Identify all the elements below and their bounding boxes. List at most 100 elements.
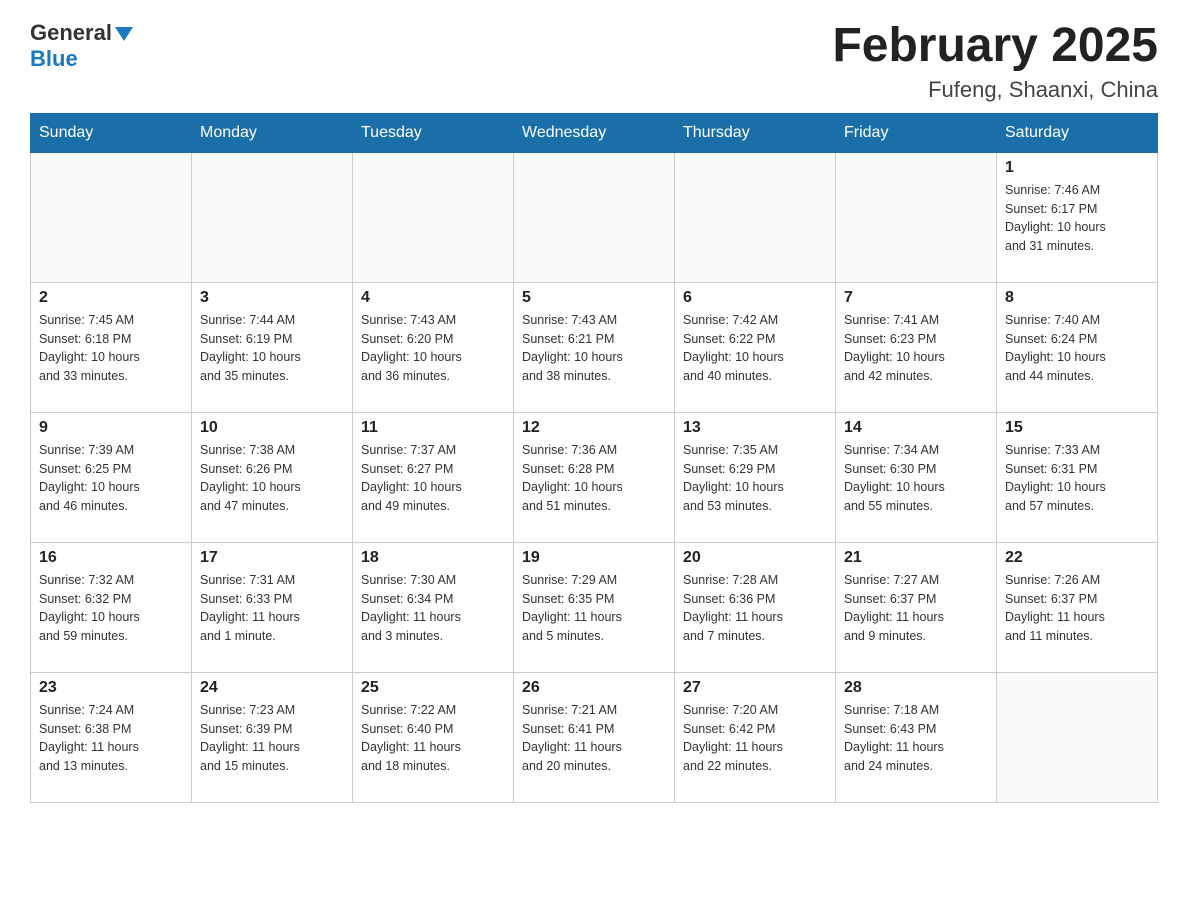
calendar-cell: 8 Sunrise: 7:40 AMSunset: 6:24 PMDaylight…	[997, 282, 1158, 412]
weekday-header-friday: Friday	[836, 113, 997, 152]
day-info: Sunrise: 7:28 AMSunset: 6:36 PMDaylight:…	[683, 571, 827, 646]
calendar-cell: 13 Sunrise: 7:35 AMSunset: 6:29 PMDayligh…	[675, 412, 836, 542]
day-number: 12	[522, 419, 666, 437]
calendar-cell: 9Sunrise: 7:39 AMSunset: 6:25 PMDaylight…	[31, 412, 192, 542]
day-info: Sunrise: 7:18 AMSunset: 6:43 PMDaylight:…	[844, 701, 988, 776]
day-number: 20	[683, 549, 827, 567]
calendar-week-row: 9Sunrise: 7:39 AMSunset: 6:25 PMDaylight…	[31, 412, 1158, 542]
day-number: 19	[522, 549, 666, 567]
calendar-cell	[514, 152, 675, 282]
calendar-cell: 10 Sunrise: 7:38 AMSunset: 6:26 PMDayligh…	[192, 412, 353, 542]
day-info: Sunrise: 7:32 AMSunset: 6:32 PMDaylight:…	[39, 571, 183, 646]
day-info: Sunrise: 7:26 AMSunset: 6:37 PMDaylight:…	[1005, 571, 1149, 646]
weekday-header-wednesday: Wednesday	[514, 113, 675, 152]
calendar-week-row: 23 Sunrise: 7:24 AMSunset: 6:38 PMDayligh…	[31, 672, 1158, 802]
day-number: 22	[1005, 549, 1149, 567]
title-section: February 2025 Fufeng, Shaanxi, China	[832, 20, 1158, 103]
calendar-cell: 11 Sunrise: 7:37 AMSunset: 6:27 PMDayligh…	[353, 412, 514, 542]
day-info: Sunrise: 7:34 AMSunset: 6:30 PMDaylight:…	[844, 441, 988, 516]
day-info: Sunrise: 7:46 AMSunset: 6:17 PMDaylight:…	[1005, 181, 1149, 256]
calendar-cell: 1Sunrise: 7:46 AMSunset: 6:17 PMDaylight…	[997, 152, 1158, 282]
day-number: 18	[361, 549, 505, 567]
day-number: 14	[844, 419, 988, 437]
calendar-cell	[675, 152, 836, 282]
logo: General Blue	[30, 20, 133, 72]
calendar-cell: 25Sunrise: 7:22 AMSunset: 6:40 PMDayligh…	[353, 672, 514, 802]
day-number: 6	[683, 289, 827, 307]
calendar-cell: 17 Sunrise: 7:31 AMSunset: 6:33 PMDayligh…	[192, 542, 353, 672]
weekday-header-saturday: Saturday	[997, 113, 1158, 152]
weekday-header-monday: Monday	[192, 113, 353, 152]
calendar-cell: 4 Sunrise: 7:43 AMSunset: 6:20 PMDaylight…	[353, 282, 514, 412]
day-info: Sunrise: 7:38 AMSunset: 6:26 PMDaylight:…	[200, 441, 344, 516]
day-info: Sunrise: 7:21 AMSunset: 6:41 PMDaylight:…	[522, 701, 666, 776]
calendar-cell: 5 Sunrise: 7:43 AMSunset: 6:21 PMDaylight…	[514, 282, 675, 412]
day-number: 8	[1005, 289, 1149, 307]
day-number: 26	[522, 679, 666, 697]
month-title: February 2025	[832, 20, 1158, 73]
day-info: Sunrise: 7:43 AMSunset: 6:21 PMDaylight:…	[522, 311, 666, 386]
calendar-cell: 2 Sunrise: 7:45 AMSunset: 6:18 PMDaylight…	[31, 282, 192, 412]
day-number: 15	[1005, 419, 1149, 437]
calendar-header-row: SundayMondayTuesdayWednesdayThursdayFrid…	[31, 113, 1158, 152]
day-info: Sunrise: 7:24 AMSunset: 6:38 PMDaylight:…	[39, 701, 183, 776]
calendar-cell: 6 Sunrise: 7:42 AMSunset: 6:22 PMDaylight…	[675, 282, 836, 412]
page-header: General Blue February 2025 Fufeng, Shaan…	[30, 20, 1158, 103]
day-number: 17	[200, 549, 344, 567]
day-info: Sunrise: 7:23 AMSunset: 6:39 PMDaylight:…	[200, 701, 344, 776]
location-title: Fufeng, Shaanxi, China	[832, 77, 1158, 103]
day-number: 24	[200, 679, 344, 697]
calendar-cell: 23 Sunrise: 7:24 AMSunset: 6:38 PMDayligh…	[31, 672, 192, 802]
calendar-week-row: 16Sunrise: 7:32 AMSunset: 6:32 PMDayligh…	[31, 542, 1158, 672]
day-info: Sunrise: 7:31 AMSunset: 6:33 PMDaylight:…	[200, 571, 344, 646]
calendar-cell: 16Sunrise: 7:32 AMSunset: 6:32 PMDayligh…	[31, 542, 192, 672]
calendar-week-row: 2 Sunrise: 7:45 AMSunset: 6:18 PMDaylight…	[31, 282, 1158, 412]
calendar-cell	[997, 672, 1158, 802]
calendar-cell	[353, 152, 514, 282]
day-info: Sunrise: 7:30 AMSunset: 6:34 PMDaylight:…	[361, 571, 505, 646]
day-number: 27	[683, 679, 827, 697]
day-number: 13	[683, 419, 827, 437]
calendar-cell: 19Sunrise: 7:29 AMSunset: 6:35 PMDayligh…	[514, 542, 675, 672]
calendar-cell: 15 Sunrise: 7:33 AMSunset: 6:31 PMDayligh…	[997, 412, 1158, 542]
calendar-cell: 24 Sunrise: 7:23 AMSunset: 6:39 PMDayligh…	[192, 672, 353, 802]
logo-arrow-icon	[115, 27, 133, 41]
weekday-header-thursday: Thursday	[675, 113, 836, 152]
day-number: 5	[522, 289, 666, 307]
day-info: Sunrise: 7:33 AMSunset: 6:31 PMDaylight:…	[1005, 441, 1149, 516]
day-info: Sunrise: 7:42 AMSunset: 6:22 PMDaylight:…	[683, 311, 827, 386]
logo-general-text: General	[30, 20, 112, 46]
calendar-cell: 20 Sunrise: 7:28 AMSunset: 6:36 PMDayligh…	[675, 542, 836, 672]
day-info: Sunrise: 7:40 AMSunset: 6:24 PMDaylight:…	[1005, 311, 1149, 386]
day-number: 2	[39, 289, 183, 307]
day-info: Sunrise: 7:20 AMSunset: 6:42 PMDaylight:…	[683, 701, 827, 776]
calendar-cell	[31, 152, 192, 282]
day-info: Sunrise: 7:41 AMSunset: 6:23 PMDaylight:…	[844, 311, 988, 386]
day-info: Sunrise: 7:35 AMSunset: 6:29 PMDaylight:…	[683, 441, 827, 516]
day-number: 25	[361, 679, 505, 697]
day-number: 23	[39, 679, 183, 697]
day-number: 10	[200, 419, 344, 437]
weekday-header-sunday: Sunday	[31, 113, 192, 152]
weekday-header-tuesday: Tuesday	[353, 113, 514, 152]
calendar-cell: 21 Sunrise: 7:27 AMSunset: 6:37 PMDayligh…	[836, 542, 997, 672]
day-number: 21	[844, 549, 988, 567]
calendar-cell: 12Sunrise: 7:36 AMSunset: 6:28 PMDayligh…	[514, 412, 675, 542]
day-number: 11	[361, 419, 505, 437]
calendar-cell: 28Sunrise: 7:18 AMSunset: 6:43 PMDayligh…	[836, 672, 997, 802]
calendar-cell: 18 Sunrise: 7:30 AMSunset: 6:34 PMDayligh…	[353, 542, 514, 672]
calendar-cell: 22 Sunrise: 7:26 AMSunset: 6:37 PMDayligh…	[997, 542, 1158, 672]
day-number: 3	[200, 289, 344, 307]
calendar-cell	[192, 152, 353, 282]
day-info: Sunrise: 7:45 AMSunset: 6:18 PMDaylight:…	[39, 311, 183, 386]
day-info: Sunrise: 7:43 AMSunset: 6:20 PMDaylight:…	[361, 311, 505, 386]
day-number: 9	[39, 419, 183, 437]
calendar-cell: 7Sunrise: 7:41 AMSunset: 6:23 PMDaylight…	[836, 282, 997, 412]
calendar-cell: 14 Sunrise: 7:34 AMSunset: 6:30 PMDayligh…	[836, 412, 997, 542]
calendar-table: SundayMondayTuesdayWednesdayThursdayFrid…	[30, 113, 1158, 803]
day-number: 4	[361, 289, 505, 307]
day-info: Sunrise: 7:27 AMSunset: 6:37 PMDaylight:…	[844, 571, 988, 646]
logo-blue-text: Blue	[30, 46, 78, 71]
calendar-cell: 27 Sunrise: 7:20 AMSunset: 6:42 PMDayligh…	[675, 672, 836, 802]
day-info: Sunrise: 7:37 AMSunset: 6:27 PMDaylight:…	[361, 441, 505, 516]
